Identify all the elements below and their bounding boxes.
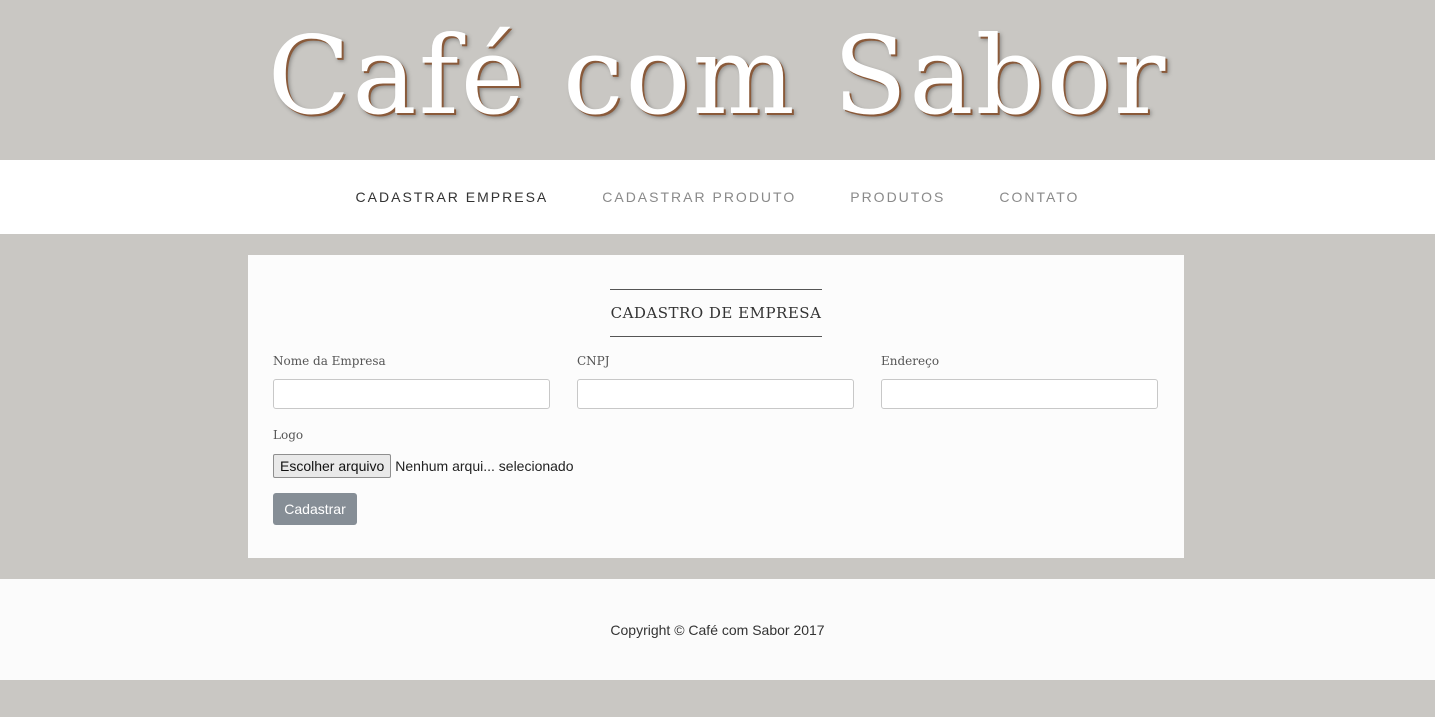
copyright-text: Copyright © Café com Sabor 2017: [610, 621, 825, 638]
cadastrar-button[interactable]: Cadastrar: [273, 493, 357, 525]
company-form-panel: CADASTRO DE EMPRESA Nome da Empresa CNPJ…: [248, 255, 1184, 558]
cnpj-input[interactable]: [577, 379, 854, 409]
main-nav: CADASTRAR EMPRESA CADASTRAR PRODUTO PROD…: [0, 160, 1435, 234]
logo-label: Logo: [273, 428, 304, 442]
logo-file-picker: Escolher arquivo Nenhum arqui... selecio…: [273, 454, 574, 478]
cnpj-label: CNPJ: [577, 354, 610, 368]
form-title: CADASTRO DE EMPRESA: [610, 289, 822, 337]
company-name-input[interactable]: [273, 379, 550, 409]
nav-item-cadastrar-produto[interactable]: CADASTRAR PRODUTO: [602, 189, 796, 205]
file-status-text: Nenhum arqui... selecionado: [395, 458, 574, 474]
site-title: Café com Sabor: [267, 14, 1168, 139]
address-label: Endereço: [881, 354, 940, 368]
site-header: Café com Sabor: [0, 0, 1435, 160]
address-input[interactable]: [881, 379, 1158, 409]
company-name-label: Nome da Empresa: [273, 354, 386, 368]
nav-item-produtos[interactable]: PRODUTOS: [850, 189, 945, 205]
nav-item-cadastrar-empresa[interactable]: CADASTRAR EMPRESA: [356, 189, 549, 205]
site-footer: Copyright © Café com Sabor 2017: [0, 579, 1435, 680]
nav-item-contato[interactable]: CONTATO: [999, 189, 1079, 205]
choose-file-button[interactable]: Escolher arquivo: [273, 454, 392, 478]
